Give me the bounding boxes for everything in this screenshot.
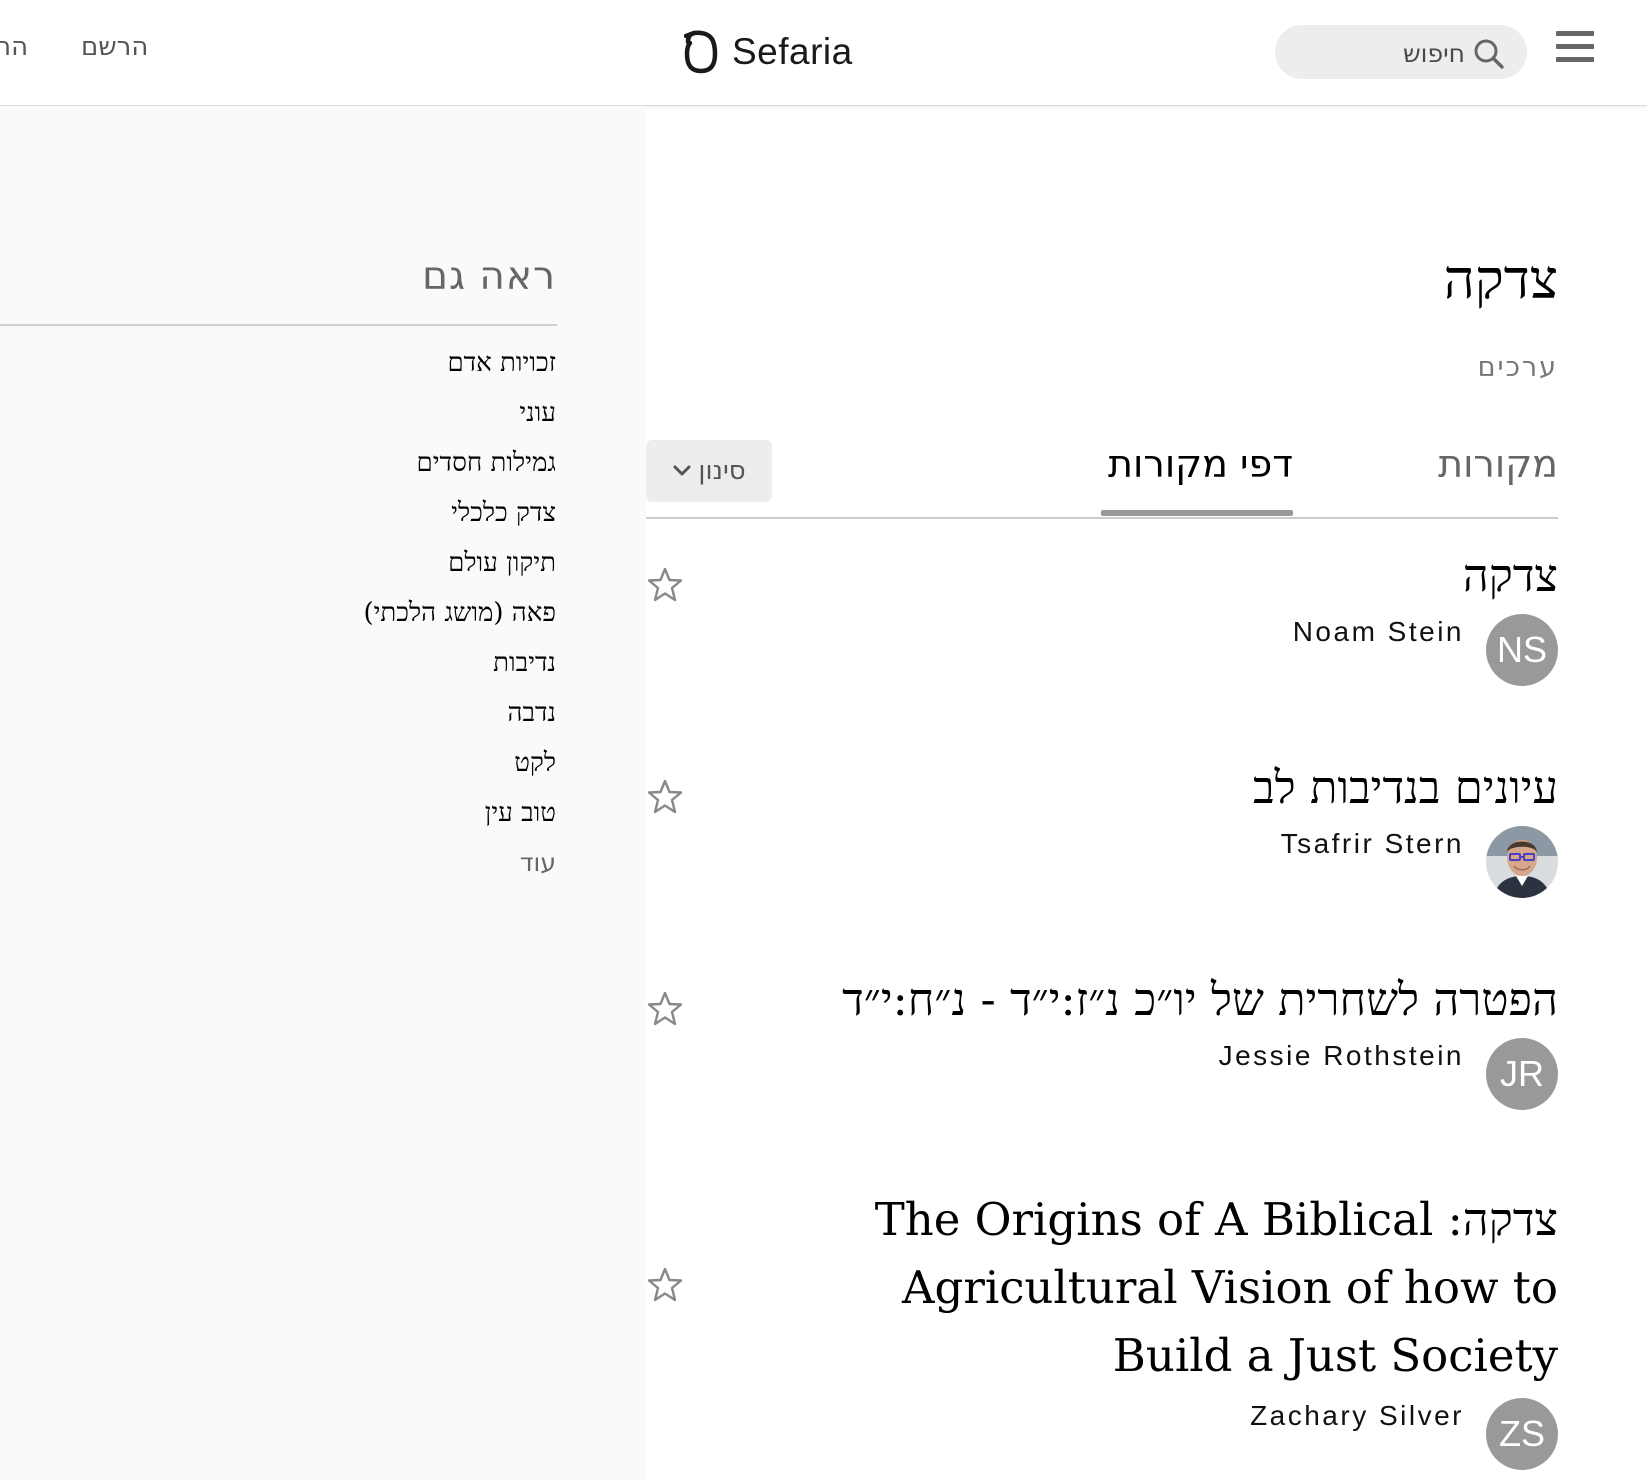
sheet-author: NS Noam Stein: [1293, 614, 1558, 686]
sheet-author: JR Jessie Rothstein: [842, 1038, 1558, 1110]
sheet-item: צדקה: The Origins of A Biblical Agricult…: [778, 1186, 1558, 1470]
sheet-item: עיונים בנדיבות לב Tsafrir Stern: [1253, 758, 1558, 898]
star-icon[interactable]: [646, 778, 684, 816]
signup-link[interactable]: הרשם: [81, 32, 148, 62]
nav-link-partial[interactable]: הת: [0, 32, 28, 62]
author-name[interactable]: Zachary Silver: [1250, 1400, 1464, 1432]
star-icon[interactable]: [646, 566, 684, 604]
related-topic-link[interactable]: עוני: [363, 388, 556, 438]
filter-button[interactable]: סינון: [646, 440, 772, 502]
related-topic-link[interactable]: זכויות אדם: [363, 338, 556, 388]
sidebar-divider: [0, 324, 557, 326]
related-topic-link[interactable]: גמילות חסדים: [363, 438, 556, 488]
chevron-down-icon: [673, 465, 691, 476]
author-name[interactable]: Tsafrir Stern: [1281, 828, 1464, 860]
author-photo-icon: [1486, 826, 1558, 898]
sheet-item: צדקה NS Noam Stein: [1293, 546, 1558, 686]
tab-sources[interactable]: מקורות: [1438, 440, 1558, 488]
avatar[interactable]: NS: [1486, 614, 1558, 686]
sefaria-logo[interactable]: Sefaria: [684, 26, 853, 78]
avatar[interactable]: JR: [1486, 1038, 1558, 1110]
star-icon[interactable]: [646, 990, 684, 1028]
sheet-title[interactable]: צדקה: The Origins of A Biblical Agricult…: [778, 1186, 1558, 1390]
related-topic-link[interactable]: נדבה: [363, 688, 556, 738]
search-icon[interactable]: [1473, 38, 1505, 70]
hamburger-menu-icon[interactable]: [1556, 29, 1596, 65]
sheet-author: Tsafrir Stern: [1253, 826, 1558, 898]
sidebar-title: ראה גם: [422, 254, 556, 299]
sheet-title[interactable]: הפטרה לשחרית של יו״כ נ״ז:י״ד - נ״ח:י״ד: [842, 970, 1558, 1030]
related-topic-link[interactable]: פאה (מושג הלכתי): [363, 588, 556, 638]
more-topics-link[interactable]: עוד: [520, 838, 556, 888]
top-header: הת הרשם Sefaria: [0, 0, 1647, 106]
related-topic-link[interactable]: טוב עין: [363, 788, 556, 838]
topic-main-panel: צדקה ערכים מקורות דפי מקורות סינון צדקה …: [646, 106, 1647, 1480]
author-name[interactable]: Jessie Rothstein: [1219, 1040, 1464, 1072]
related-topic-link[interactable]: תיקון עולם: [363, 538, 556, 588]
star-icon[interactable]: [646, 1266, 684, 1304]
logo-text: Sefaria: [732, 31, 853, 72]
related-topic-link[interactable]: נדיבות: [363, 638, 556, 688]
filter-label: סינון: [698, 456, 746, 486]
sheet-item: הפטרה לשחרית של יו״כ נ״ז:י״ד - נ״ח:י״ד J…: [842, 970, 1558, 1110]
avatar[interactable]: [1486, 826, 1558, 898]
see-also-sidebar: ראה גם זכויות אדם עוני גמילות חסדים צדק …: [0, 106, 646, 1480]
avatar[interactable]: ZS: [1486, 1398, 1558, 1470]
sheet-author: ZS Zachary Silver: [778, 1398, 1558, 1470]
related-topics-list: זכויות אדם עוני גמילות חסדים צדק כלכלי ת…: [363, 338, 556, 838]
sheet-title[interactable]: עיונים בנדיבות לב: [1253, 758, 1558, 818]
tabs-divider: [646, 517, 1558, 519]
search-input[interactable]: [1295, 34, 1467, 72]
tab-source-sheets[interactable]: דפי מקורות: [1108, 440, 1293, 488]
author-name[interactable]: Noam Stein: [1293, 616, 1464, 648]
sheet-title[interactable]: צדקה: [1293, 546, 1558, 606]
sefaria-logo-icon: [684, 30, 718, 74]
active-tab-underline: [1101, 510, 1293, 516]
topic-category[interactable]: ערכים: [1478, 352, 1558, 383]
search-box[interactable]: [1275, 25, 1527, 79]
topic-title: צדקה: [1443, 248, 1558, 311]
related-topic-link[interactable]: צדק כלכלי: [363, 488, 556, 538]
related-topic-link[interactable]: לקט: [363, 738, 556, 788]
